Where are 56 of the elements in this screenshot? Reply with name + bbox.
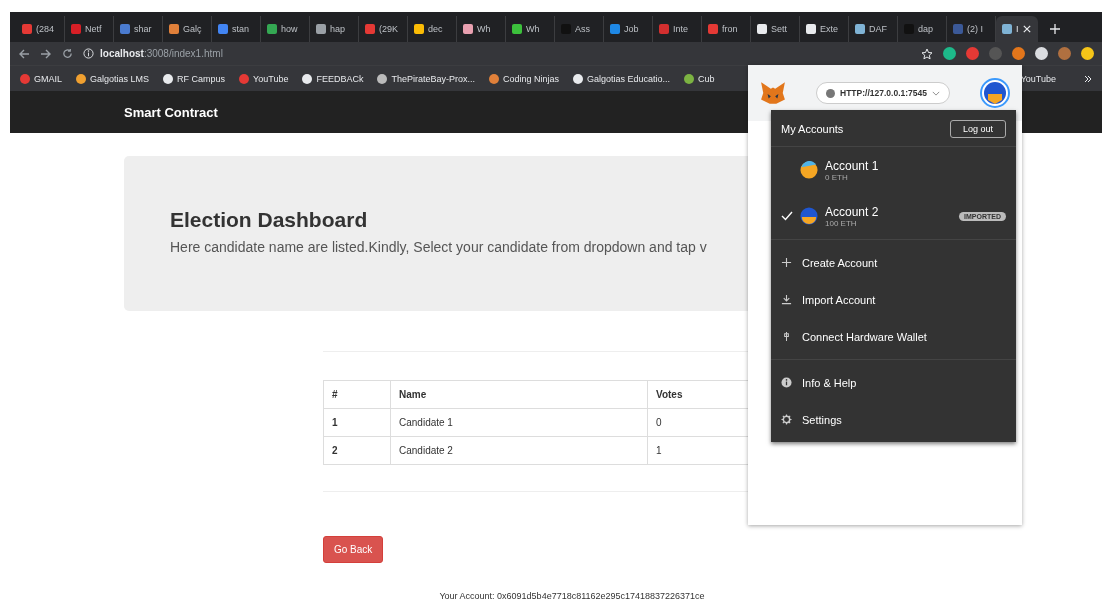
network-icon <box>826 88 836 98</box>
account-name: Account 1 <box>825 158 880 173</box>
account-avatar-icon <box>800 207 818 225</box>
account-item[interactable]: Account 1 0 ETH <box>771 147 1016 193</box>
menu-item[interactable]: Import Account <box>771 281 1016 318</box>
column-header: # <box>323 380 391 409</box>
account-avatar-icon[interactable] <box>980 78 1010 108</box>
table-cell: 1 <box>323 408 391 437</box>
extension-icon[interactable] <box>1035 47 1048 60</box>
table-cell: Candidate 2 <box>390 436 648 465</box>
account-address: Your Account: 0x6091d5b4e7718c81162e295c17418837226371ce <box>439 591 705 601</box>
info-icon <box>781 377 792 388</box>
info-icon[interactable] <box>83 48 94 59</box>
go-back-button[interactable]: Go Back <box>323 536 384 563</box>
chevron-down-icon <box>931 90 940 96</box>
navbar-brand[interactable]: Smart Contract <box>124 104 218 120</box>
network-selector[interactable]: HTTP://127.0.0.1:7545 <box>816 82 950 104</box>
bookmark-link[interactable]: FEEDBACk <box>302 73 364 84</box>
extension-icon[interactable] <box>1081 47 1094 60</box>
more-icon[interactable] <box>1084 74 1092 83</box>
extension-icon[interactable] <box>943 47 956 60</box>
bookmark-link[interactable]: Galgotias Educatio... <box>573 73 671 84</box>
settings-icon <box>781 414 792 425</box>
menu-item[interactable]: Connect Hardware Wallet <box>771 318 1016 355</box>
forward-icon[interactable] <box>40 48 52 59</box>
usb-icon <box>781 331 792 342</box>
reload-icon[interactable] <box>62 48 73 59</box>
new-tab-icon[interactable] <box>1050 24 1060 34</box>
bookmark-link[interactable]: GMAIL <box>20 73 62 84</box>
address-field[interactable]: localhost:3008/index1.html <box>100 48 223 59</box>
bookmark-link[interactable]: RF Campus <box>163 73 226 84</box>
table-cell: Candidate 1 <box>390 408 648 437</box>
browser-tab[interactable]: I <box>996 16 1038 42</box>
star-icon[interactable] <box>921 47 933 60</box>
table-cell: 2 <box>323 436 391 465</box>
account-balance: 100 ETH <box>825 218 858 228</box>
bookmark-link[interactable]: YouTube <box>1020 73 1056 84</box>
page-title: Election Dashboard <box>170 208 369 232</box>
menu-item[interactable]: Create Account <box>771 244 1016 281</box>
page-description: Here candidate name are listed.Kindly, Select your candidate from dropdown and tap v <box>170 239 708 255</box>
account-balance: 0 ETH <box>825 172 849 182</box>
menu-title: My Accounts <box>781 123 844 135</box>
account-name: Account 2 <box>825 204 880 219</box>
column-header: Name <box>390 380 648 409</box>
back-icon[interactable] <box>18 48 30 59</box>
close-icon[interactable] <box>1022 25 1031 33</box>
log-out-button[interactable]: Log out <box>949 120 1006 138</box>
bookmark-link[interactable]: Galgotias LMS <box>76 73 150 84</box>
download-icon <box>781 294 792 305</box>
plus-icon <box>781 257 792 268</box>
bookmark-link[interactable]: Coding Ninjas <box>489 73 559 84</box>
bookmark-link[interactable]: YouTube <box>239 73 289 84</box>
bookmark-link[interactable]: Cub <box>684 73 715 84</box>
profile-avatar-icon[interactable] <box>1058 47 1071 60</box>
bookmark-link[interactable]: ThePirateBay-Prox... <box>377 73 475 84</box>
account-avatar-icon <box>800 161 818 179</box>
